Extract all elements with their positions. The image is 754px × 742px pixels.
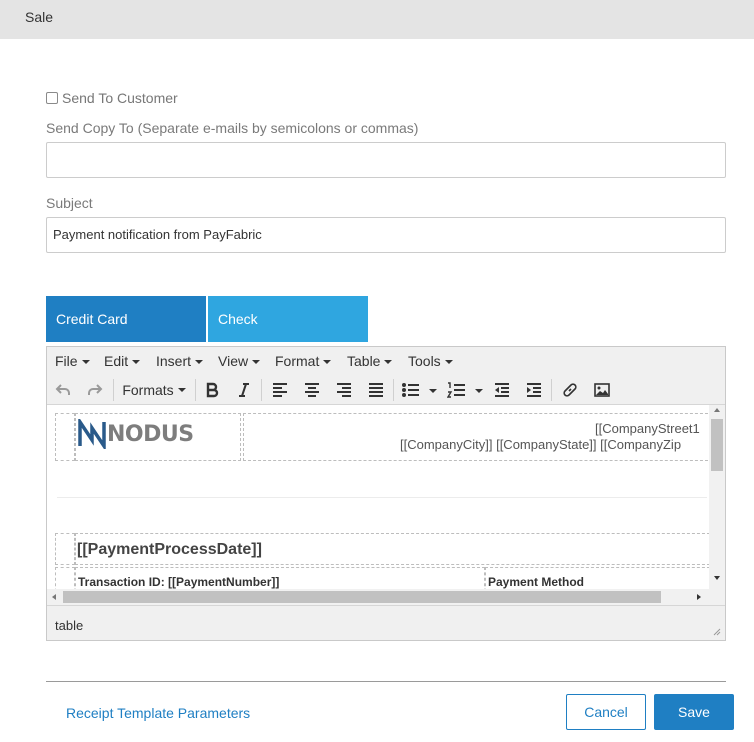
nodus-logo-icon	[78, 419, 106, 449]
chevron-down-icon	[132, 360, 141, 365]
numbered-list-icon[interactable]	[445, 379, 485, 401]
link-icon[interactable]	[559, 379, 581, 401]
menu-view-label: View	[218, 353, 249, 369]
align-center-icon[interactable]	[301, 379, 323, 401]
italic-icon[interactable]	[233, 379, 255, 401]
send-to-customer-label[interactable]: Send To Customer	[62, 90, 178, 106]
header-bar: Sale	[0, 0, 754, 39]
payment-date-placeholder: [[PaymentProcessDate]]	[77, 541, 262, 558]
table-cell	[55, 567, 75, 590]
receipt-template-parameters-link[interactable]: Receipt Template Parameters	[66, 705, 250, 721]
menu-insert[interactable]: Insert	[156, 353, 204, 369]
send-to-customer-row[interactable]: Send To Customer	[46, 90, 178, 106]
align-right-icon[interactable]	[333, 379, 355, 401]
chevron-down-icon	[252, 360, 261, 365]
payment-method-label: Payment Method	[488, 575, 585, 589]
scroll-left-icon[interactable]	[52, 594, 56, 600]
editor-menubar: File Edit Insert View Format Table Tools	[47, 347, 725, 375]
table-cell	[55, 413, 75, 461]
scroll-up-icon[interactable]	[714, 408, 720, 412]
menu-table[interactable]: Table	[347, 353, 393, 369]
redo-icon[interactable]	[85, 379, 105, 401]
bullet-list-icon[interactable]	[399, 379, 439, 401]
align-justify-icon[interactable]	[365, 379, 387, 401]
menu-edit-label: Edit	[104, 353, 129, 369]
chevron-down-icon	[323, 360, 332, 365]
formats-label: Formats	[122, 382, 174, 398]
vertical-scrollbar[interactable]	[709, 405, 725, 590]
toolbar-separator	[393, 379, 394, 401]
menu-tools[interactable]: Tools	[408, 353, 453, 369]
company-address-line1: [[CompanyStreet1	[595, 421, 700, 436]
footer-divider	[46, 681, 726, 682]
page-title: Sale	[25, 9, 54, 25]
toolbar-separator	[551, 379, 552, 401]
undo-icon[interactable]	[53, 379, 73, 401]
image-icon[interactable]	[591, 379, 613, 401]
logo-text: NODUS	[107, 421, 194, 447]
menu-format-label: Format	[275, 353, 320, 369]
menu-file[interactable]: File	[55, 353, 90, 369]
subject-label: Subject	[46, 195, 93, 211]
scrollbar-thumb[interactable]	[63, 591, 661, 603]
editor-statusbar: table	[47, 605, 725, 640]
rich-text-editor: File Edit Insert View Format Table Tools…	[46, 346, 726, 641]
scrollbar-thumb[interactable]	[711, 419, 723, 471]
send-copy-label: Send Copy To (Separate e-mails by semico…	[46, 120, 419, 136]
resize-grip-icon[interactable]	[711, 626, 721, 636]
send-copy-input[interactable]	[46, 142, 726, 178]
transaction-id-placeholder: Transaction ID: [[PaymentNumber]]	[78, 575, 280, 589]
toolbar-separator	[261, 379, 262, 401]
toolbar-separator	[113, 379, 114, 401]
chevron-down-icon	[384, 360, 393, 365]
outdent-icon[interactable]	[491, 379, 513, 401]
chevron-down-icon	[177, 388, 186, 392]
editor-toolbar: Formats	[47, 375, 725, 405]
scroll-right-icon[interactable]	[697, 594, 701, 600]
menu-table-label: Table	[347, 353, 381, 369]
editor-content[interactable]: NODUS [[CompanyStreet1 [[CompanyCity]] […	[47, 405, 709, 590]
menu-insert-label: Insert	[156, 353, 192, 369]
table-cell	[55, 533, 75, 565]
company-logo: NODUS	[77, 419, 194, 449]
menu-edit[interactable]: Edit	[104, 353, 141, 369]
send-to-customer-checkbox[interactable]	[46, 92, 58, 104]
toolbar-separator	[195, 379, 196, 401]
scroll-down-icon[interactable]	[714, 576, 720, 580]
tab-check[interactable]: Check	[208, 296, 368, 342]
divider	[57, 497, 707, 498]
company-address-line2: [[CompanyCity]] [[CompanyState]] [[Compa…	[400, 437, 682, 452]
menu-file-label: File	[55, 353, 78, 369]
tab-credit-card[interactable]: Credit Card	[46, 296, 206, 342]
element-path[interactable]: table	[55, 618, 83, 633]
cancel-button[interactable]: Cancel	[566, 694, 646, 730]
align-left-icon[interactable]	[269, 379, 291, 401]
menu-format[interactable]: Format	[275, 353, 332, 369]
chevron-down-icon	[195, 360, 204, 365]
save-button[interactable]: Save	[654, 694, 734, 730]
menu-tools-label: Tools	[408, 353, 441, 369]
chevron-down-icon	[81, 360, 90, 365]
bold-icon[interactable]	[201, 379, 223, 401]
subject-input[interactable]: Payment notification from PayFabric	[46, 217, 726, 253]
horizontal-scrollbar[interactable]	[47, 589, 725, 605]
indent-icon[interactable]	[523, 379, 545, 401]
menu-view[interactable]: View	[218, 353, 261, 369]
formats-dropdown[interactable]: Formats	[119, 379, 189, 401]
chevron-down-icon	[444, 360, 453, 365]
